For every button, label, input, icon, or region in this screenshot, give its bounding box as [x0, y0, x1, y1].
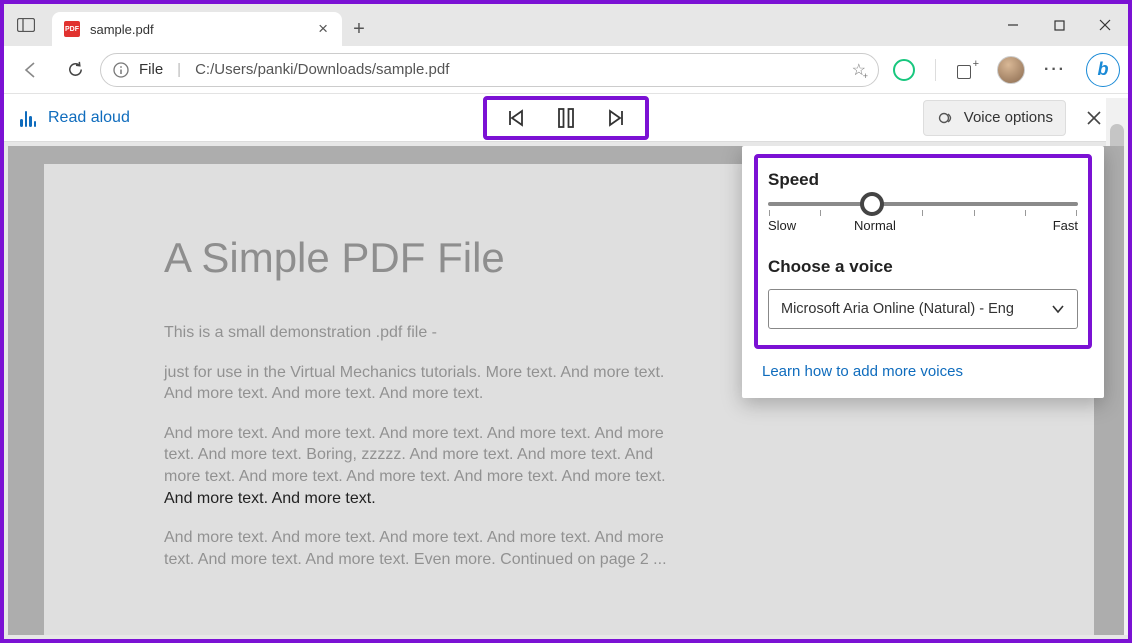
info-icon — [113, 62, 129, 78]
address-bar: File | C:/Users/panki/Downloads/sample.p… — [4, 46, 1128, 94]
read-aloud-icon — [20, 109, 36, 127]
highlighted-text: And more text. And more text. — [164, 490, 376, 507]
slider-ticks — [768, 210, 1078, 216]
grammarly-button[interactable] — [885, 51, 923, 89]
separator — [935, 59, 936, 81]
window-controls — [990, 4, 1128, 46]
address-field[interactable]: File | C:/Users/panki/Downloads/sample.p… — [100, 53, 879, 87]
slider-thumb[interactable] — [860, 192, 884, 216]
pdf-paragraph: This is a small demonstration .pdf file … — [164, 322, 694, 344]
collections-icon: + — [957, 61, 977, 79]
pdf-icon: PDF — [64, 21, 80, 37]
close-tab-button[interactable]: × — [314, 19, 332, 39]
read-aloud-toolbar: Read aloud Voice options — [4, 94, 1128, 142]
scheme-label: File — [139, 61, 163, 78]
bing-chat-button[interactable]: b — [1086, 53, 1120, 87]
refresh-button[interactable] — [56, 51, 94, 89]
more-menu-button[interactable]: ··· — [1036, 51, 1074, 89]
collections-button[interactable]: + — [948, 51, 986, 89]
selected-voice: Microsoft Aria Online (Natural) - Eng — [781, 301, 1014, 317]
browser-tab[interactable]: PDF sample.pdf × — [52, 12, 342, 46]
new-tab-button[interactable]: + — [342, 12, 376, 46]
tab-actions-button[interactable] — [4, 4, 48, 46]
voice-options-label: Voice options — [964, 109, 1053, 126]
voice-dropdown[interactable]: Microsoft Aria Online (Natural) - Eng — [768, 289, 1078, 329]
read-aloud-label: Read aloud — [48, 109, 130, 127]
voice-options-button[interactable]: Voice options — [923, 100, 1066, 136]
speed-fast-label: Fast — [1053, 218, 1078, 233]
voice-options-panel: Speed Slow Normal Fast Choose a voice Mi… — [742, 146, 1104, 398]
grammarly-icon — [893, 59, 915, 81]
tab-title: sample.pdf — [90, 22, 304, 37]
pdf-paragraph: just for use in the Virtual Mechanics tu… — [164, 362, 694, 405]
title-bar: PDF sample.pdf × + — [4, 4, 1128, 46]
speed-slider[interactable] — [768, 202, 1078, 206]
playback-controls — [483, 96, 649, 140]
pdf-paragraph: And more text. And more text. And more t… — [164, 527, 694, 570]
avatar-icon — [997, 56, 1025, 84]
favorite-button[interactable]: ☆+ — [852, 60, 866, 80]
minimize-button[interactable] — [990, 4, 1036, 46]
maximize-button[interactable] — [1036, 4, 1082, 46]
close-window-button[interactable] — [1082, 4, 1128, 46]
content-area: A Simple PDF File This is a small demons… — [8, 146, 1124, 635]
previous-button[interactable] — [505, 107, 527, 129]
address-path: C:/Users/panki/Downloads/sample.pdf — [195, 61, 449, 78]
chevron-down-icon — [1051, 302, 1065, 316]
choose-voice-label: Choose a voice — [768, 257, 1078, 277]
speed-normal-label: Normal — [854, 218, 896, 233]
pause-button[interactable] — [555, 106, 577, 130]
next-button[interactable] — [605, 107, 627, 129]
voice-icon — [936, 108, 956, 128]
highlighted-region: Speed Slow Normal Fast Choose a voice Mi… — [754, 154, 1092, 349]
speed-slow-label: Slow — [768, 218, 796, 233]
back-button[interactable] — [12, 51, 50, 89]
speed-label: Speed — [768, 170, 1078, 190]
pdf-paragraph: And more text. And more text. And more t… — [164, 423, 694, 509]
learn-more-link[interactable]: Learn how to add more voices — [762, 363, 1084, 380]
address-separator: | — [177, 61, 181, 78]
profile-button[interactable] — [992, 51, 1030, 89]
